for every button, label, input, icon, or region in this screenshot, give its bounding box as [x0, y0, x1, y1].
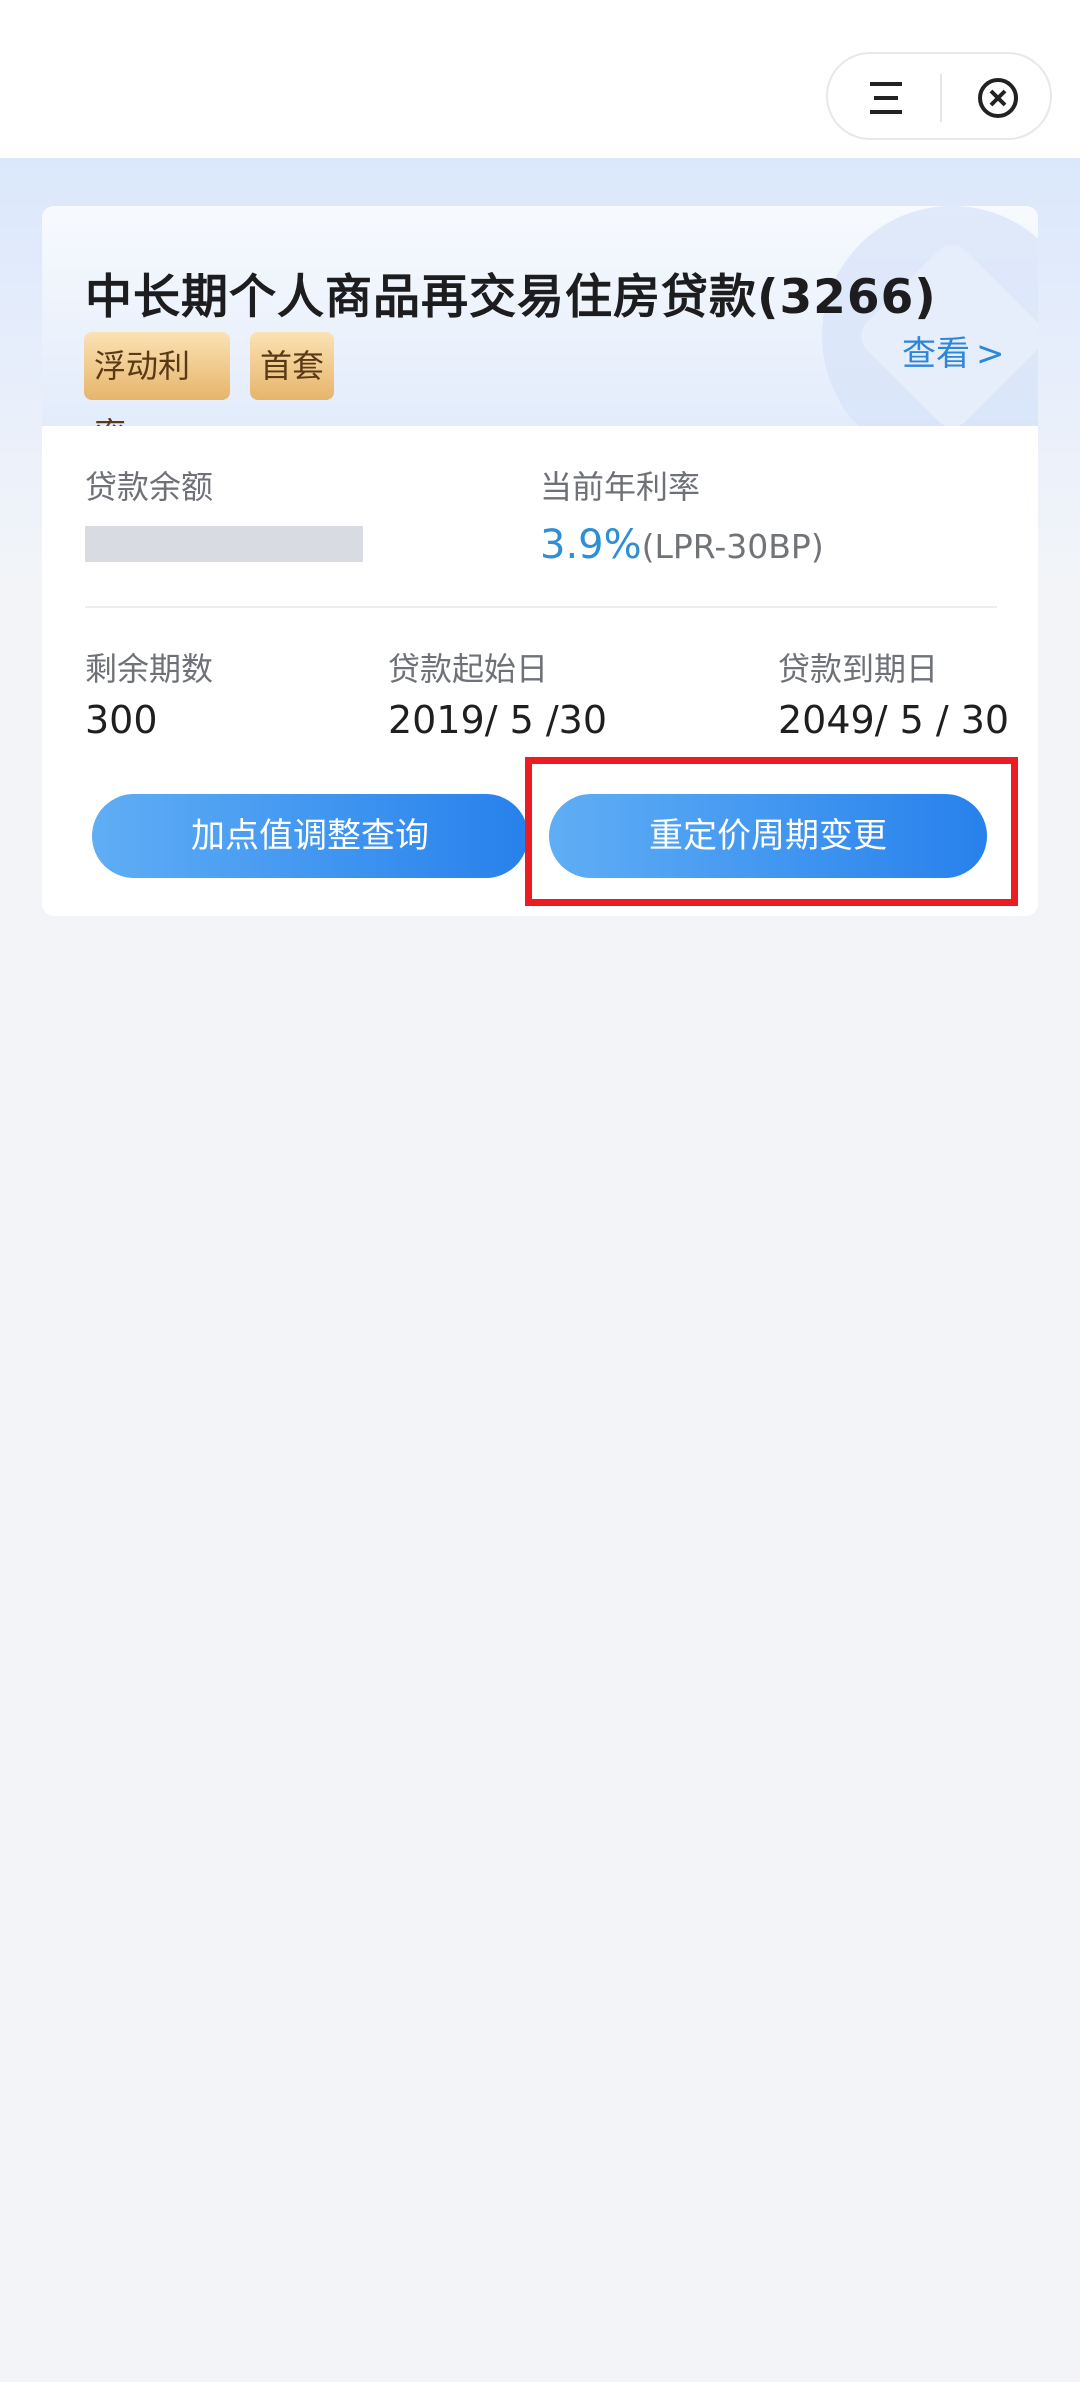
- tag-first-home: 首套: [250, 332, 334, 400]
- rate-value-row: 3.9%(LPR-30BP): [540, 522, 824, 568]
- remaining-periods-value: 300: [85, 698, 158, 742]
- adjust-query-button[interactable]: 加点值调整查询: [92, 794, 528, 878]
- mini-program-capsule: [826, 52, 1052, 140]
- remaining-periods-label: 剩余期数: [85, 650, 214, 688]
- balance-label: 贷款余额: [85, 468, 214, 506]
- chevron-right-icon: >: [976, 334, 1005, 374]
- top-bar: [0, 0, 1080, 158]
- loan-title: 中长期个人商品再交易住房贷款(3266): [85, 270, 937, 325]
- rate-value: 3.9%: [540, 522, 642, 568]
- view-link[interactable]: 查看 >: [902, 326, 1005, 375]
- end-date-value: 2049/ 5 / 30: [778, 698, 1010, 742]
- rate-note: (LPR-30BP): [641, 527, 824, 566]
- highlight-annotation-box: [525, 757, 1018, 906]
- menu-icon[interactable]: [866, 78, 906, 118]
- tag-floating-rate: 浮动利率: [84, 332, 230, 426]
- start-date-value: 2019/ 5 /30: [388, 698, 608, 742]
- view-link-label: 查看: [902, 334, 970, 374]
- end-date-label: 贷款到期日: [778, 650, 939, 688]
- rate-label: 当前年利率: [540, 468, 701, 506]
- close-circle-icon[interactable]: [976, 76, 1020, 120]
- start-date-label: 贷款起始日: [388, 650, 549, 688]
- section-divider: [85, 606, 997, 608]
- balance-masked-value: [85, 526, 363, 562]
- capsule-divider: [940, 74, 942, 122]
- loan-card-header: 中长期个人商品再交易住房贷款(3266) 浮动利率 首套 查看>: [42, 206, 1038, 426]
